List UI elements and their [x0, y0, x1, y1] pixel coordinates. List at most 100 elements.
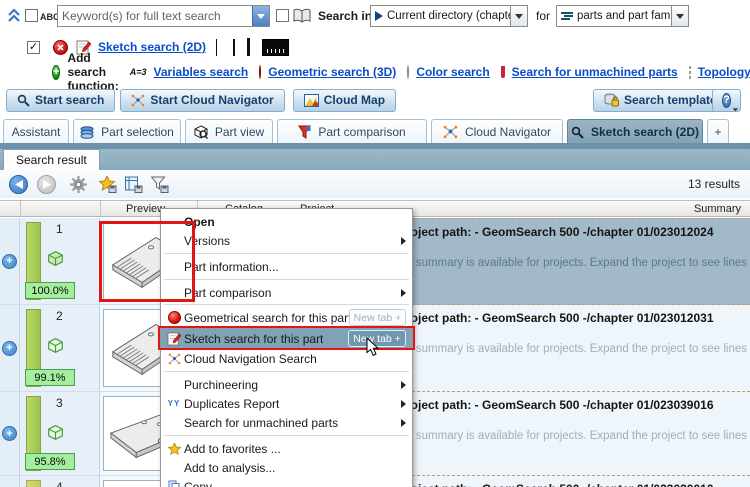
part-selection-icon — [80, 125, 94, 139]
settings-gear-icon[interactable] — [70, 175, 87, 193]
tab-new-plus[interactable]: + — [707, 119, 729, 144]
keyword-dropdown-arrow[interactable] — [252, 6, 269, 26]
favorites-star-icon — [164, 442, 184, 455]
project-summary: No summary is available for projects. Ex… — [398, 430, 747, 442]
add-search-function-bar: + Add search function: A=3 Variables sea… — [52, 51, 750, 93]
result-type-value: parts and part families — [577, 10, 671, 22]
save-favorite-icon[interactable] — [99, 175, 117, 193]
geometrical-search-new-tab-button[interactable]: New tab + — [348, 309, 406, 326]
geometric-search-icon — [259, 65, 262, 79]
sketch-search-window: ABC Keyword(s) for full text search Sear… — [0, 0, 750, 487]
start-search-button[interactable]: Start search — [6, 88, 116, 112]
project-path: Project path: - GeomSearch 500 -/chapter… — [398, 398, 714, 412]
menu-item-part-information[interactable]: Part information... — [161, 257, 412, 276]
add-search-icon[interactable]: + — [52, 64, 61, 80]
tab-sketch-search-2d[interactable]: Sketch search (2D) — [567, 119, 703, 144]
add-search-label: Add search function: — [67, 51, 119, 93]
action-button-bar: Start search Start Cloud Navigator Cloud… — [0, 88, 750, 112]
geometric-search-link[interactable]: Geometric search (3D) — [268, 65, 396, 79]
keyword-search-input[interactable]: Keyword(s) for full text search — [57, 5, 270, 27]
row-number: 1 — [56, 222, 63, 236]
search-in-dropdown-arrow[interactable] — [510, 6, 527, 26]
tab-part-view[interactable]: Part view — [185, 119, 273, 144]
color-search-link[interactable]: Color search — [416, 65, 489, 79]
menu-separator — [161, 368, 412, 375]
expand-row-icon[interactable]: + — [2, 426, 17, 441]
sketch-thumb-line-2 — [233, 38, 236, 56]
keyword-toolbar: ABC Keyword(s) for full text search Sear… — [0, 5, 750, 29]
sketch-thumbnail[interactable] — [262, 38, 290, 56]
keyword-search-value: Keyword(s) for full text search — [62, 9, 221, 23]
copy-icon — [164, 480, 184, 487]
menu-item-purchineering[interactable]: Purchineering — [161, 375, 412, 394]
unmachined-parts-link[interactable]: Search for unmachined parts — [512, 65, 678, 79]
header-summary[interactable]: Summary — [694, 203, 741, 215]
topology-search-link[interactable]: Topology search — [698, 65, 750, 79]
row-number: 3 — [56, 396, 63, 410]
row-number: 4 — [56, 480, 63, 487]
save-filter-icon[interactable] — [151, 176, 169, 193]
expand-row-icon[interactable]: + — [2, 253, 17, 269]
tab-cloud-navigator[interactable]: Cloud Navigator — [431, 119, 563, 144]
part-view-icon — [194, 125, 208, 139]
remove-search-icon[interactable] — [53, 39, 68, 55]
project-path: Project path: - GeomSearch 500 -/chapter… — [398, 482, 714, 487]
match-percentage: 95.8% — [25, 453, 75, 470]
menu-separator — [161, 250, 412, 257]
templates-icon — [604, 93, 619, 107]
menu-item-search-unmachined-parts[interactable]: Search for unmachined parts — [161, 413, 412, 432]
project-path: Project path: - GeomSearch 500 -/chapter… — [398, 225, 714, 239]
tab-part-selection[interactable]: Part selection — [73, 119, 181, 144]
menu-separator — [161, 276, 412, 283]
expand-row-icon[interactable]: + — [2, 340, 17, 356]
cloud-map-button[interactable]: Cloud Map — [292, 88, 397, 112]
cloud-map-icon — [303, 93, 319, 107]
submenu-arrow-icon — [401, 288, 406, 297]
sketch-thumb-line-1 — [216, 38, 218, 56]
result-tab-band: Search result — [0, 149, 750, 170]
save-report-icon[interactable] — [125, 176, 143, 193]
collapse-chevrons-icon[interactable] — [7, 8, 21, 24]
gem-icon — [164, 311, 184, 324]
forward-button[interactable] — [37, 174, 56, 194]
project-path: Project path: - GeomSearch 500 -/chapter… — [398, 311, 714, 325]
match-percentage: 100.0% — [25, 282, 75, 299]
menu-item-add-to-analysis[interactable]: Add to analysis... — [161, 458, 412, 477]
menu-item-add-to-favorites[interactable]: Add to favorites ... — [161, 439, 412, 458]
result-type-dropdown-arrow[interactable] — [671, 6, 688, 26]
menu-item-duplicates-report[interactable]: YY Duplicates Report — [161, 394, 412, 413]
sketch-edit-icon — [164, 331, 184, 346]
menu-item-open[interactable]: Open — [161, 212, 412, 231]
match-percentage: 99.1% — [25, 369, 75, 386]
menu-item-part-comparison[interactable]: Part comparison — [161, 283, 412, 302]
secondary-checkbox[interactable] — [276, 9, 289, 22]
menu-item-versions[interactable]: Versions — [161, 231, 412, 250]
back-button[interactable] — [9, 174, 28, 194]
sketch-enabled-checkbox[interactable]: ✓ — [27, 40, 40, 54]
main-tab-bar: Assistant Part selection Part view Part … — [3, 118, 749, 144]
row-number: 2 — [56, 309, 63, 323]
result-toolbar: 13 results — [0, 170, 750, 198]
fulltext-checkbox[interactable] — [25, 9, 38, 22]
menu-item-copy[interactable]: Copy — [161, 477, 412, 487]
part-comparison-icon — [298, 125, 312, 139]
result-type-combobox[interactable]: parts and part families — [556, 5, 689, 27]
cloud-navigator-icon — [132, 94, 145, 106]
tab-part-comparison[interactable]: Part comparison — [277, 119, 427, 144]
mouse-cursor — [366, 337, 380, 356]
variables-search-link[interactable]: Variables search — [154, 65, 249, 79]
search-in-value: Current directory (chapter 01) — [387, 10, 510, 22]
tab-assistant[interactable]: Assistant — [3, 119, 69, 144]
duplicates-report-icon: YY — [167, 398, 181, 408]
search-in-combobox[interactable]: Current directory (chapter 01) — [370, 5, 528, 27]
check-icon: ✓ — [28, 40, 39, 53]
start-cloud-navigator-button[interactable]: Start Cloud Navigator — [120, 88, 285, 112]
variables-icon: A=3 — [129, 67, 147, 77]
book-icon[interactable] — [293, 8, 311, 24]
help-button[interactable]: ? — [712, 88, 741, 112]
menu-item-geometrical-search[interactable]: Geometrical search for this part New tab… — [161, 307, 412, 328]
search-result-tab[interactable]: Search result — [3, 149, 100, 170]
dropdown-corner-icon — [729, 102, 739, 111]
results-count: 13 results — [687, 177, 740, 191]
topology-search-icon — [688, 65, 691, 79]
